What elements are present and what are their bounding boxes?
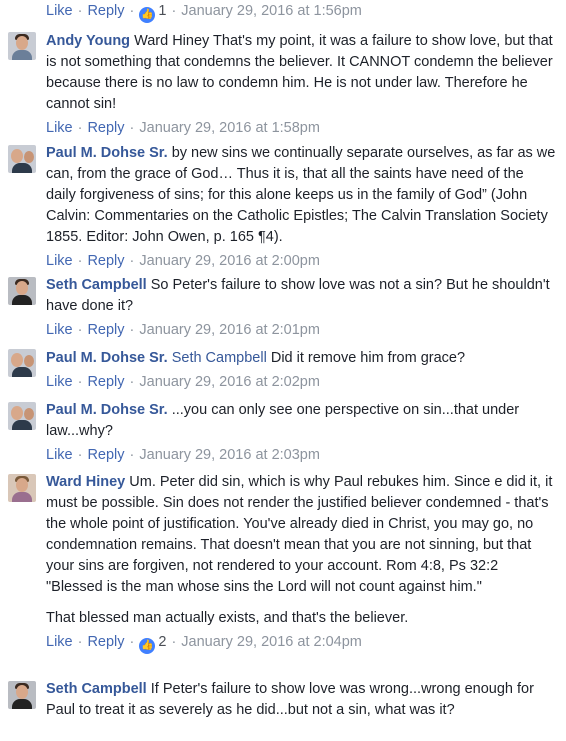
like-link[interactable]: Like xyxy=(46,3,73,19)
author-name[interactable]: Paul M. Dohse Sr. xyxy=(46,402,168,418)
timestamp[interactable]: January 29, 2016 at 2:04pm xyxy=(181,634,362,650)
comment-body: Um. Peter did sin, which is why Paul reb… xyxy=(46,474,553,595)
avatar[interactable] xyxy=(8,474,36,502)
thumbs-up-icon[interactable]: 👍 xyxy=(139,7,156,23)
avatar[interactable] xyxy=(8,145,36,173)
timestamp[interactable]: January 29, 2016 at 1:56pm xyxy=(181,3,362,19)
timestamp[interactable]: January 29, 2016 at 2:00pm xyxy=(139,253,320,269)
comment-body: That blessed man actually exists, and th… xyxy=(46,610,409,626)
author-name[interactable]: Andy Young xyxy=(46,33,130,49)
reply-link[interactable]: Reply xyxy=(87,322,124,338)
avatar[interactable] xyxy=(8,402,36,430)
timestamp[interactable]: January 29, 2016 at 2:03pm xyxy=(139,447,320,463)
avatar[interactable] xyxy=(8,32,36,60)
reply-link[interactable]: Reply xyxy=(87,634,124,650)
like-count[interactable]: 2 xyxy=(158,634,166,650)
comment-text: Seth Campbell If Peter's failure to show… xyxy=(46,679,556,721)
like-link[interactable]: Like xyxy=(46,322,73,338)
avatar[interactable] xyxy=(8,277,36,305)
comment-text: Paul M. Dohse Sr. ...you can only see on… xyxy=(46,400,556,442)
author-name[interactable]: Paul M. Dohse Sr. xyxy=(46,350,168,366)
reply-link[interactable]: Reply xyxy=(87,120,124,136)
comment-actions: Like · Reply · January 29, 2016 at 2:01pm xyxy=(46,322,320,338)
comment-text: Paul M. Dohse Sr. by new sins we continu… xyxy=(46,143,556,248)
reply-link[interactable]: Reply xyxy=(87,374,124,390)
author-name[interactable]: Seth Campbell xyxy=(46,277,147,293)
comment-actions: Like · Reply · January 29, 2016 at 2:02pm xyxy=(46,374,320,390)
like-link[interactable]: Like xyxy=(46,253,73,269)
avatar[interactable] xyxy=(8,349,36,377)
reply-link[interactable]: Reply xyxy=(87,253,124,269)
comment-text: Andy Young Ward Hiney That's my point, i… xyxy=(46,31,556,115)
timestamp[interactable]: January 29, 2016 at 1:58pm xyxy=(139,120,320,136)
like-link[interactable]: Like xyxy=(46,374,73,390)
thumbs-up-icon[interactable]: 👍 xyxy=(139,638,156,654)
comment-text: Paul M. Dohse Sr. Seth Campbell Did it r… xyxy=(46,348,556,369)
mention-link[interactable]: Seth Campbell xyxy=(172,350,267,366)
comment-actions: Like · Reply · January 29, 2016 at 1:58pm xyxy=(46,120,320,136)
comment-text: Ward Hiney Um. Peter did sin, which is w… xyxy=(46,472,556,629)
reply-link[interactable]: Reply xyxy=(87,447,124,463)
comment-actions: Like · Reply · 👍 2 · January 29, 2016 at 2:04pm xyxy=(46,632,556,654)
like-link[interactable]: Like xyxy=(46,120,73,136)
comment-actions: Like · Reply · 👍 1 · January 29, 2016 at 1:56pm xyxy=(46,1,362,23)
comment-body: Did it remove him from grace? xyxy=(270,350,466,366)
like-link[interactable]: Like xyxy=(46,634,73,650)
comment-text: Seth Campbell So Peter's failure to show… xyxy=(46,275,556,317)
timestamp[interactable]: January 29, 2016 at 2:02pm xyxy=(139,374,320,390)
like-link[interactable]: Like xyxy=(46,447,73,463)
avatar[interactable] xyxy=(8,681,36,709)
author-name[interactable]: Paul M. Dohse Sr. xyxy=(46,145,168,161)
like-count[interactable]: 1 xyxy=(158,3,166,19)
author-name[interactable]: Ward Hiney xyxy=(46,474,125,490)
timestamp[interactable]: January 29, 2016 at 2:01pm xyxy=(139,322,320,338)
author-name[interactable]: Seth Campbell xyxy=(46,681,147,697)
comment-actions: Like · Reply · January 29, 2016 at 2:00pm xyxy=(46,253,320,269)
comment-actions: Like · Reply · January 29, 2016 at 2:03pm xyxy=(46,447,320,463)
reply-link[interactable]: Reply xyxy=(87,3,124,19)
